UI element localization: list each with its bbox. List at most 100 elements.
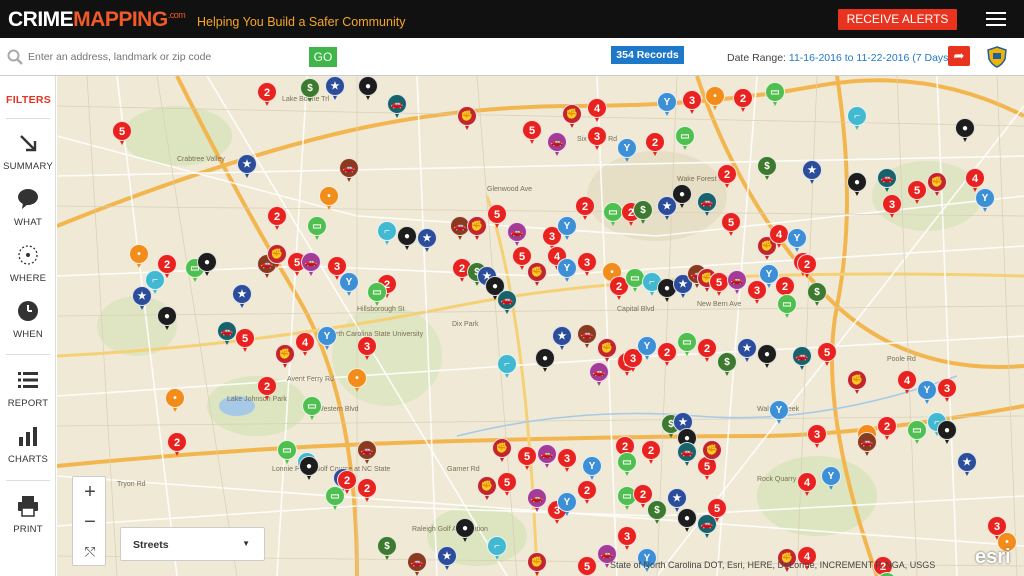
- mask-crime-pin-icon[interactable]: ●: [535, 348, 555, 373]
- dollar-crime-pin-icon[interactable]: $: [300, 78, 320, 103]
- sidebar-item-print[interactable]: PRINT: [0, 491, 56, 547]
- fist-crime-pin-icon[interactable]: ✊: [457, 106, 477, 131]
- address-search-input[interactable]: [28, 47, 304, 67]
- share-arrow-icon[interactable]: ➦: [948, 46, 970, 66]
- crime-count-pin[interactable]: 5: [517, 446, 537, 471]
- cocktail-crime-pin-icon[interactable]: Y: [787, 228, 807, 253]
- car-crime-pin-icon[interactable]: 🚗: [589, 362, 609, 387]
- police-crime-pin-icon[interactable]: ★: [237, 154, 257, 179]
- police-crime-pin-icon[interactable]: ★: [802, 160, 822, 185]
- police-crime-pin-icon[interactable]: ★: [417, 228, 437, 253]
- fist-crime-pin-icon[interactable]: ✊: [847, 370, 867, 395]
- fist-crime-pin-icon[interactable]: ✊: [927, 172, 947, 197]
- car-crime-pin-icon[interactable]: 🚗: [217, 321, 237, 346]
- crime-count-pin[interactable]: 2: [575, 196, 595, 221]
- card-crime-pin-icon[interactable]: ▭: [765, 82, 785, 107]
- police-crime-pin-icon[interactable]: ★: [437, 546, 457, 571]
- sidebar-item-report[interactable]: REPORT: [0, 365, 56, 421]
- go-button[interactable]: GO: [309, 47, 337, 67]
- car-crime-pin-icon[interactable]: 🚗: [677, 442, 697, 467]
- sidebar-item-when[interactable]: WHEN: [0, 296, 56, 352]
- bottle-crime-pin-icon[interactable]: •: [129, 244, 149, 269]
- cocktail-crime-pin-icon[interactable]: Y: [557, 492, 577, 517]
- cocktail-crime-pin-icon[interactable]: Y: [339, 272, 359, 297]
- fist-crime-pin-icon[interactable]: ✊: [702, 440, 722, 465]
- dollar-crime-pin-icon[interactable]: $: [633, 200, 653, 225]
- police-crime-pin-icon[interactable]: ★: [737, 338, 757, 363]
- crime-count-pin[interactable]: 2: [657, 342, 677, 367]
- sidebar-item-where[interactable]: WHERE: [0, 240, 56, 296]
- crime-count-pin[interactable]: 5: [907, 180, 927, 205]
- mask-crime-pin-icon[interactable]: ●: [955, 118, 975, 143]
- cocktail-crime-pin-icon[interactable]: Y: [657, 92, 677, 117]
- dollar-crime-pin-icon[interactable]: $: [807, 282, 827, 307]
- car-crime-pin-icon[interactable]: 🚗: [507, 222, 527, 247]
- crime-count-pin[interactable]: 4: [797, 472, 817, 497]
- draw-tool-icon[interactable]: ⤲: [73, 537, 107, 567]
- filters-label[interactable]: FILTERS: [6, 94, 51, 106]
- police-crime-pin-icon[interactable]: ★: [957, 452, 977, 477]
- zoom-in-button[interactable]: +: [73, 477, 107, 507]
- crime-count-pin[interactable]: 2: [257, 376, 277, 401]
- card-crime-pin-icon[interactable]: ▭: [677, 332, 697, 357]
- fist-crime-pin-icon[interactable]: ✊: [467, 216, 487, 241]
- dollar-crime-pin-icon[interactable]: $: [377, 536, 397, 561]
- crime-count-pin[interactable]: 3: [937, 378, 957, 403]
- hamburger-menu-icon[interactable]: [986, 12, 1006, 27]
- sidebar-item-what[interactable]: WHAT: [0, 184, 56, 240]
- gun-crime-pin-icon[interactable]: ⌐: [487, 536, 507, 561]
- crime-count-pin[interactable]: 3: [682, 90, 702, 115]
- police-crime-pin-icon[interactable]: ★: [325, 76, 345, 101]
- crime-count-pin[interactable]: 2: [797, 254, 817, 279]
- card-crime-pin-icon[interactable]: ▭: [675, 126, 695, 151]
- crime-count-pin[interactable]: 3: [807, 424, 827, 449]
- mask-crime-pin-icon[interactable]: ●: [397, 226, 417, 251]
- crime-count-pin[interactable]: 2: [733, 88, 753, 113]
- bottle-crime-pin-icon[interactable]: •: [165, 388, 185, 413]
- car-crime-pin-icon[interactable]: 🚗: [387, 94, 407, 119]
- crime-count-pin[interactable]: 4: [897, 370, 917, 395]
- crime-count-pin[interactable]: 5: [497, 472, 517, 497]
- fist-crime-pin-icon[interactable]: ✊: [527, 552, 547, 576]
- records-count-button[interactable]: 354 Records: [611, 46, 684, 64]
- crime-count-pin[interactable]: 5: [709, 272, 729, 297]
- crime-count-pin[interactable]: 3: [557, 448, 577, 473]
- bottle-crime-pin-icon[interactable]: •: [319, 186, 339, 211]
- car-crime-pin-icon[interactable]: 🚗: [339, 158, 359, 183]
- crimemapping-logo[interactable]: CRIMEMAPPING.com: [8, 8, 186, 32]
- mask-crime-pin-icon[interactable]: ●: [197, 252, 217, 277]
- cocktail-crime-pin-icon[interactable]: Y: [557, 258, 577, 283]
- crime-count-pin[interactable]: 2: [257, 82, 277, 107]
- mask-crime-pin-icon[interactable]: ●: [672, 184, 692, 209]
- fist-crime-pin-icon[interactable]: ✊: [267, 244, 287, 269]
- card-crime-pin-icon[interactable]: ▭: [325, 486, 345, 511]
- fist-crime-pin-icon[interactable]: ✊: [562, 104, 582, 129]
- crime-count-pin[interactable]: 2: [877, 416, 897, 441]
- date-range[interactable]: Date Range: 11-16-2016 to 11-22-2016 (7 …: [727, 52, 952, 64]
- mask-crime-pin-icon[interactable]: ●: [358, 76, 378, 101]
- crime-map[interactable]: Glenwood AveSix Forks RdWake Forest RdCa…: [57, 76, 1024, 576]
- card-crime-pin-icon[interactable]: ▭: [877, 572, 897, 576]
- date-range-value[interactable]: 11-16-2016 to 11-22-2016 (7 Days): [789, 52, 952, 64]
- fist-crime-pin-icon[interactable]: ✊: [597, 338, 617, 363]
- police-crime-pin-icon[interactable]: ★: [552, 326, 572, 351]
- crime-count-pin[interactable]: 2: [267, 206, 287, 231]
- car-crime-pin-icon[interactable]: 🚗: [697, 192, 717, 217]
- crime-count-pin[interactable]: 5: [235, 328, 255, 353]
- sidebar-item-charts[interactable]: CHARTS: [0, 421, 56, 477]
- dollar-crime-pin-icon[interactable]: $: [757, 156, 777, 181]
- car-crime-pin-icon[interactable]: 🚗: [357, 440, 377, 465]
- crime-count-pin[interactable]: 5: [721, 212, 741, 237]
- crime-count-pin[interactable]: 3: [617, 526, 637, 551]
- car-crime-pin-icon[interactable]: 🚗: [527, 488, 547, 513]
- car-crime-pin-icon[interactable]: 🚗: [857, 432, 877, 457]
- crime-count-pin[interactable]: 5: [487, 204, 507, 229]
- car-crime-pin-icon[interactable]: 🚗: [727, 270, 747, 295]
- police-crime-pin-icon[interactable]: ★: [132, 286, 152, 311]
- receive-alerts-button[interactable]: RECEIVE ALERTS: [838, 9, 957, 30]
- crime-count-pin[interactable]: 3: [577, 252, 597, 277]
- basemap-select[interactable]: Streets ▼: [120, 527, 265, 561]
- card-crime-pin-icon[interactable]: ▭: [907, 420, 927, 445]
- search-icon[interactable]: [7, 49, 23, 65]
- police-badge-icon[interactable]: [986, 46, 1008, 68]
